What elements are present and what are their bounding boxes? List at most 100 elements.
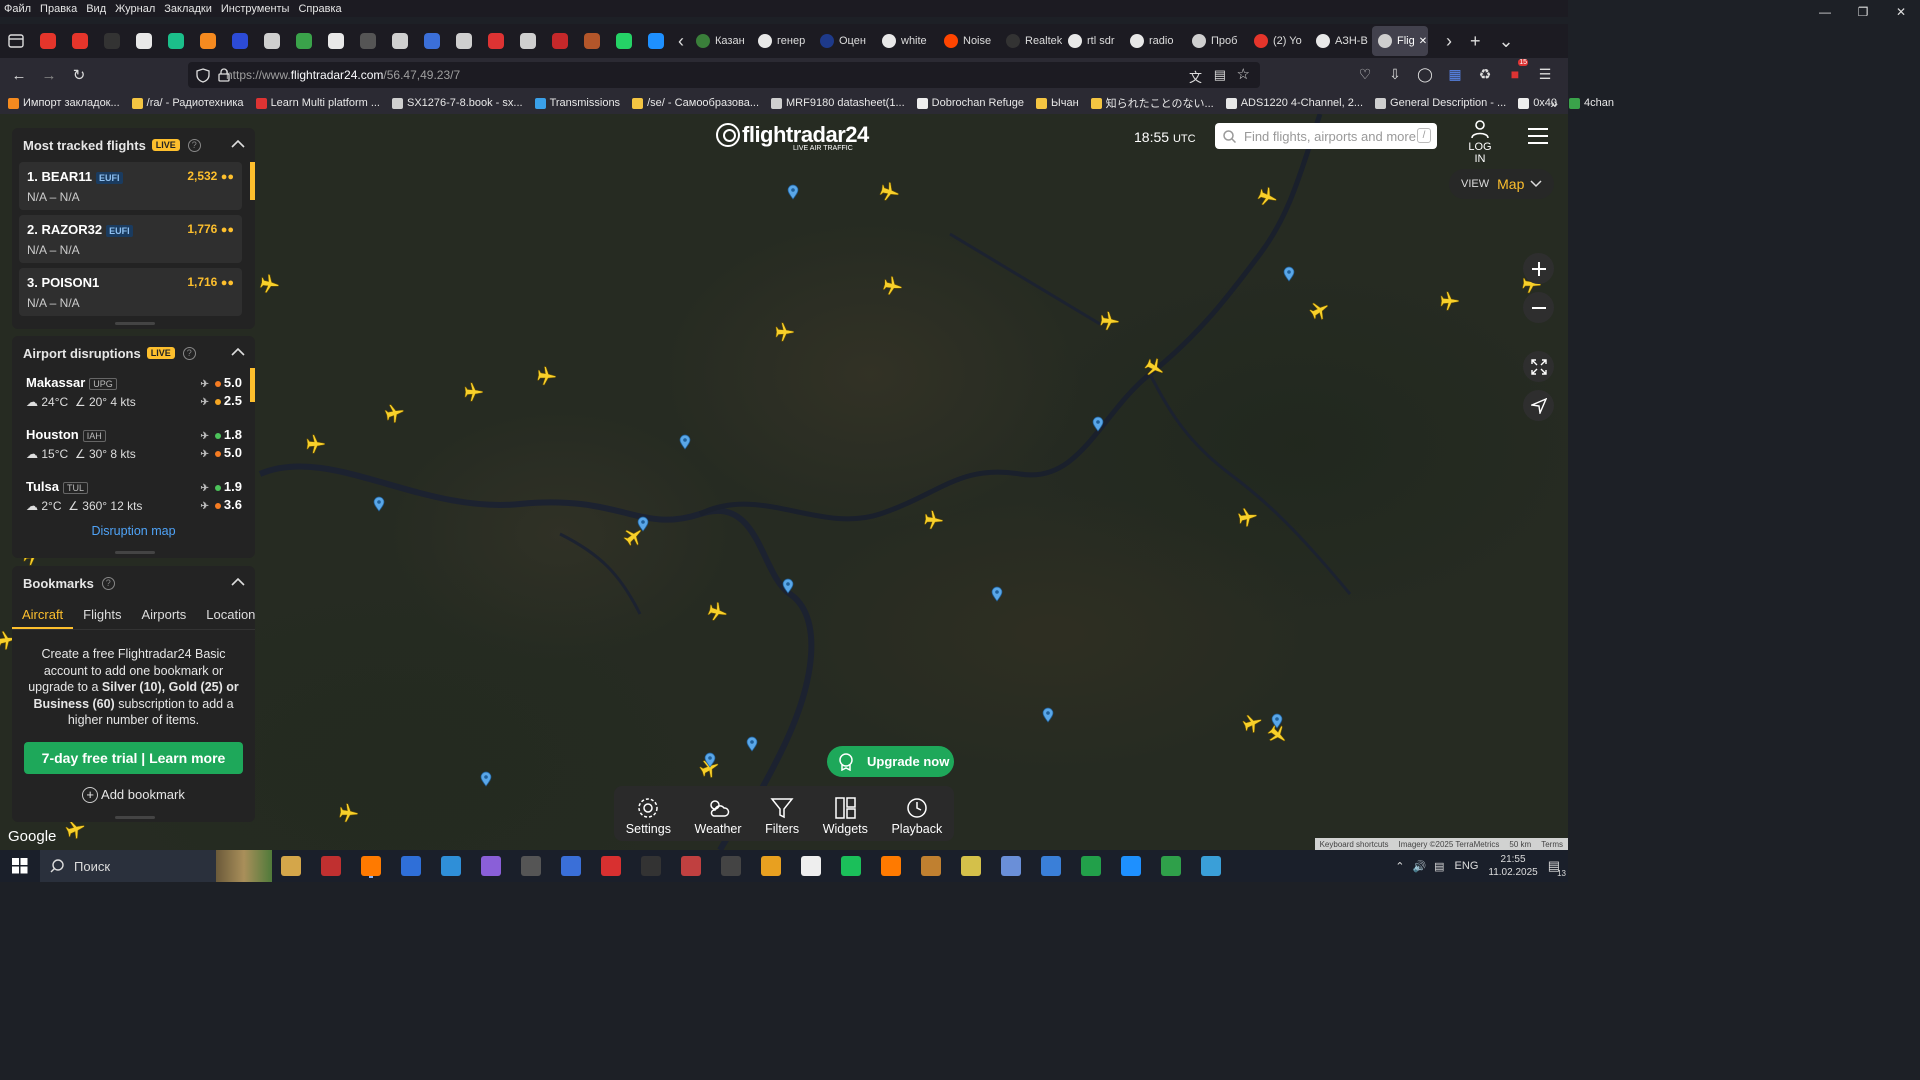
downloads-icon[interactable]: ⇩ <box>1380 66 1410 83</box>
menu-item[interactable]: Инструменты <box>221 3 290 15</box>
translate-page-icon[interactable]: ▤ <box>1214 67 1226 83</box>
airport-pin-icon[interactable] <box>637 516 649 532</box>
taskbar-search[interactable]: Поиск <box>40 850 272 882</box>
menu-item[interactable]: Закладки <box>164 3 212 15</box>
fr24-logo[interactable]: flightradar24 LIVE AIR TRAFFIC <box>716 122 869 152</box>
pinned-tab[interactable] <box>128 26 160 56</box>
aircraft-icon[interactable] <box>463 381 485 403</box>
bookmark-tab-airports[interactable]: Airports <box>131 600 196 629</box>
taskbar-app-icon[interactable] <box>1041 856 1061 876</box>
playback-button[interactable]: Playback <box>891 796 942 836</box>
new-tab-icon[interactable]: + <box>1470 31 1481 52</box>
tracked-flight-row[interactable]: 1. BEAR11 EUFI 2,532 ●● N/A – N/A <box>19 162 242 210</box>
taskbar-app-icon[interactable] <box>441 856 461 876</box>
pinned-tab[interactable] <box>288 26 320 56</box>
bookmark-item[interactable]: ADS1220 4-Channel, 2... <box>1225 97 1363 109</box>
taskbar-app-icon[interactable] <box>961 856 981 876</box>
taskbar-app-icon[interactable] <box>561 856 581 876</box>
help-icon[interactable]: ? <box>101 576 115 590</box>
taskbar-app-icon[interactable] <box>761 856 781 876</box>
pinned-tab[interactable] <box>544 26 576 56</box>
airport-pin-icon[interactable] <box>480 771 492 787</box>
pinned-tab[interactable] <box>480 26 512 56</box>
menu-item[interactable]: Справка <box>298 3 341 15</box>
airport-row[interactable]: Makassar UPG ☁ 24°C ∠ 20° 4 kts ✈ 5.0 ✈ 2.5 <box>19 370 242 417</box>
back-button[interactable]: ← <box>4 67 34 84</box>
bookmark-tab-aircraft[interactable]: Aircraft <box>12 600 74 629</box>
tracked-flight-row[interactable]: 3. POISON1 1,716 ●● N/A – N/A <box>19 268 242 316</box>
airport-pin-icon[interactable] <box>373 496 385 512</box>
fr24-menu-button[interactable] <box>1528 128 1548 149</box>
aircraft-icon[interactable] <box>337 801 361 825</box>
pinned-tab[interactable] <box>416 26 448 56</box>
pinned-tab[interactable] <box>512 26 544 56</box>
taskbar-clock[interactable]: 21:55 11.02.2025 <box>1488 853 1537 879</box>
tab[interactable]: Realtek RT <box>1000 26 1062 56</box>
bookmark-item[interactable]: MRF9180 datasheet(1... <box>771 97 905 109</box>
aircraft-icon[interactable] <box>535 364 559 388</box>
app-menu-icon[interactable]: ☰ <box>1530 66 1560 83</box>
flight-map[interactable]: flightradar24 LIVE AIR TRAFFIC 18:55 UTC… <box>0 114 1568 850</box>
translate-icon[interactable]: 文 <box>1189 67 1202 86</box>
airport-pin-icon[interactable] <box>746 736 758 752</box>
panel-resize-handle[interactable] <box>115 551 155 554</box>
airport-pin-icon[interactable] <box>1092 416 1104 432</box>
tab[interactable]: Оцен <box>814 26 876 56</box>
login-button[interactable]: LOG IN <box>1462 120 1498 165</box>
tab[interactable]: radio <box>1124 26 1186 56</box>
account-icon[interactable]: ◯ <box>1410 66 1440 83</box>
taskbar-app-icon[interactable] <box>1161 856 1181 876</box>
aircraft-icon[interactable] <box>1235 504 1260 529</box>
network-icon[interactable]: ▤ <box>1434 860 1444 873</box>
bookmark-item[interactable]: SX1276-7-8.book - sx... <box>392 97 523 109</box>
pinned-tab[interactable] <box>96 26 128 56</box>
aircraft-icon[interactable] <box>922 508 946 532</box>
bookmark-item[interactable]: /ra/ - Радиотехника <box>131 97 244 109</box>
widgets-button[interactable]: Widgets <box>823 796 868 836</box>
airport-pin-icon[interactable] <box>1271 713 1283 729</box>
chevron-up-icon[interactable] <box>231 139 245 148</box>
tab-active[interactable]: Flig ✕ <box>1372 26 1428 56</box>
locate-me-button[interactable] <box>1523 390 1554 421</box>
taskbar-app-icon[interactable] <box>481 856 501 876</box>
taskbar-app-icon[interactable] <box>521 856 541 876</box>
tab-overview-icon[interactable] <box>0 26 32 56</box>
upgrade-button[interactable]: Upgrade now <box>827 746 954 777</box>
bookmarks-overflow-icon[interactable]: » <box>1550 95 1558 111</box>
pinned-tab[interactable] <box>576 26 608 56</box>
pinned-tab[interactable] <box>384 26 416 56</box>
airport-row[interactable]: Houston IAH ☁ 15°C ∠ 30° 8 kts ✈ 1.8 ✈ 5.0 <box>19 422 242 469</box>
tab[interactable]: white <box>876 26 938 56</box>
airport-pin-icon[interactable] <box>782 578 794 594</box>
pinned-tab[interactable] <box>352 26 384 56</box>
tab[interactable]: генер <box>752 26 814 56</box>
language-indicator[interactable]: ENG <box>1455 860 1479 872</box>
pinned-tab[interactable] <box>192 26 224 56</box>
notifications-icon[interactable]: ▤ 13 <box>1548 858 1566 878</box>
bookmark-item[interactable]: /se/ - Самообразова... <box>632 97 759 109</box>
volume-icon[interactable]: 🔊 <box>1412 860 1426 873</box>
bookmark-item[interactable]: Learn Multi platform ... <box>255 97 380 109</box>
taskbar-app-icon[interactable] <box>361 856 381 876</box>
airport-pin-icon[interactable] <box>1283 266 1295 282</box>
airport-pin-icon[interactable] <box>679 434 691 450</box>
reload-button[interactable]: ↻ <box>64 66 94 84</box>
taskbar-app-icon[interactable] <box>881 856 901 876</box>
taskbar-app-icon[interactable] <box>601 856 621 876</box>
view-dropdown[interactable]: VIEW Map <box>1449 169 1554 199</box>
tab-scroll-left-icon[interactable]: ‹ <box>678 31 684 52</box>
translate-ext-icon[interactable]: ▦ <box>1440 66 1470 83</box>
lock-icon[interactable] <box>218 68 230 82</box>
pinned-tab[interactable] <box>64 26 96 56</box>
tab-list-icon[interactable]: ⌄ <box>1499 31 1514 52</box>
zoom-in-button[interactable] <box>1523 253 1554 284</box>
taskbar-app-icon[interactable] <box>1081 856 1101 876</box>
taskbar-app-icon[interactable] <box>801 856 821 876</box>
chevron-up-icon[interactable] <box>231 347 245 356</box>
attribution-item[interactable]: Keyboard shortcuts <box>1315 840 1394 849</box>
shield-icon[interactable] <box>196 68 210 83</box>
disruption-map-link[interactable]: Disruption map <box>12 524 255 538</box>
maximize-button[interactable]: ❐ <box>1844 0 1882 24</box>
taskbar-app-icon[interactable] <box>721 856 741 876</box>
tray-chevron-icon[interactable]: ⌃ <box>1395 860 1404 873</box>
